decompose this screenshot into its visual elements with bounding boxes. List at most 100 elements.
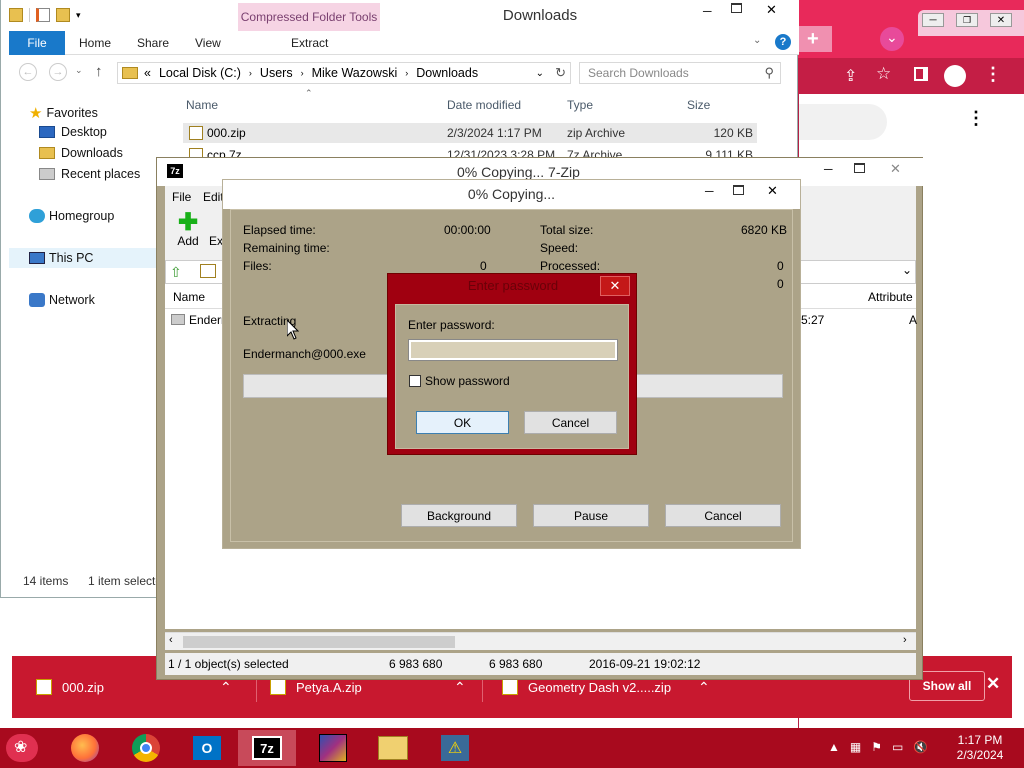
- maximize-icon[interactable]: [731, 3, 742, 13]
- nav-favorites[interactable]: ★ Favorites: [29, 104, 98, 122]
- minimize-icon[interactable]: ─: [824, 162, 833, 176]
- minimize-icon[interactable]: ─: [922, 13, 944, 27]
- taskbar-app[interactable]: ⚠: [426, 730, 484, 766]
- close-icon[interactable]: ✕: [600, 276, 630, 296]
- new-folder-icon[interactable]: [56, 8, 70, 22]
- taskbar-firefox[interactable]: [56, 730, 114, 766]
- volume-muted-icon[interactable]: 🔇: [913, 740, 928, 754]
- taskbar-chrome[interactable]: [117, 730, 175, 766]
- minimize-icon[interactable]: ─: [703, 4, 712, 18]
- folder-icon[interactable]: [9, 8, 23, 22]
- chevron-down-icon[interactable]: ⌄: [753, 35, 761, 46]
- table-row[interactable]: ccp.7z 12/31/2023 3:28 PM 7z Archive 9,1…: [183, 145, 757, 157]
- nav-downloads[interactable]: Downloads: [39, 146, 123, 160]
- nav-this-pc[interactable]: This PC: [29, 251, 93, 265]
- archive-icon: [200, 264, 216, 278]
- profile-avatar-icon[interactable]: [944, 65, 966, 87]
- breadcrumb-user[interactable]: Mike Wazowski: [312, 66, 398, 80]
- cancel-button[interactable]: Cancel: [665, 504, 781, 527]
- star-icon[interactable]: ☆: [876, 64, 891, 84]
- battery-icon[interactable]: ▭: [892, 740, 903, 754]
- chevron-down-icon[interactable]: ⌄: [902, 263, 912, 277]
- chevron-up-icon[interactable]: ⌃: [454, 679, 466, 696]
- up-arrow-icon[interactable]: ↑: [95, 63, 103, 80]
- back-arrow-icon[interactable]: ←: [19, 63, 37, 81]
- address-bar[interactable]: « Local Disk (C:) › Users › Mike Wazowsk…: [117, 62, 571, 84]
- maximize-icon[interactable]: [733, 185, 744, 195]
- column-header-attribute[interactable]: Attribute: [868, 290, 913, 304]
- start-button[interactable]: ❀: [6, 734, 38, 762]
- scroll-left-icon[interactable]: ‹: [169, 634, 173, 646]
- forward-arrow-icon[interactable]: →: [49, 63, 67, 81]
- minimize-icon[interactable]: ─: [705, 184, 714, 198]
- tab-file[interactable]: File: [9, 31, 65, 55]
- scroll-thumb[interactable]: [183, 636, 455, 648]
- properties-icon[interactable]: [36, 8, 50, 22]
- nav-network[interactable]: Network: [29, 293, 95, 307]
- menu-file[interactable]: File: [172, 190, 191, 204]
- close-icon[interactable]: ✕: [986, 674, 1000, 694]
- background-button[interactable]: Background: [401, 504, 517, 527]
- more-options-icon[interactable]: ⋮: [967, 108, 985, 129]
- breadcrumb-downloads[interactable]: Downloads: [416, 66, 478, 80]
- up-folder-icon[interactable]: ⇧: [170, 264, 182, 281]
- add-button[interactable]: ✚ Add: [173, 211, 203, 249]
- flag-icon[interactable]: ⚑: [871, 740, 882, 754]
- column-header-size[interactable]: Size: [687, 98, 710, 112]
- close-icon[interactable]: ✕: [890, 161, 901, 177]
- taskbar-7zip[interactable]: 7z: [238, 730, 296, 766]
- taskbar-winrar[interactable]: [304, 730, 362, 766]
- column-header-name[interactable]: Name: [186, 98, 218, 112]
- refresh-icon[interactable]: ↻: [555, 65, 566, 81]
- restore-icon[interactable]: ❐: [956, 13, 978, 27]
- file-date: 12/31/2023 3:28 PM: [447, 148, 556, 157]
- download-item-1[interactable]: 000.zip ⌃: [36, 656, 232, 718]
- tab-extract[interactable]: Extract: [291, 31, 328, 55]
- clock[interactable]: 1:17 PM 2/3/2024: [950, 733, 1010, 763]
- column-header-type[interactable]: Type: [567, 98, 593, 112]
- maximize-icon[interactable]: [854, 163, 865, 173]
- chrome-menu-icon[interactable]: ⋮: [984, 64, 1002, 85]
- password-input[interactable]: [408, 339, 618, 361]
- tab-share[interactable]: Share: [137, 31, 169, 55]
- column-header-name[interactable]: Name: [173, 290, 205, 304]
- column-header-date[interactable]: Date modified: [447, 98, 521, 112]
- chevron-down-icon[interactable]: ⌄: [536, 68, 544, 79]
- network-tray-icon[interactable]: ▦: [850, 740, 861, 754]
- chevron-down-icon[interactable]: ▾: [76, 10, 81, 21]
- ok-button[interactable]: OK: [416, 411, 509, 434]
- tab-view[interactable]: View: [195, 31, 221, 55]
- chevron-up-icon[interactable]: ⌃: [698, 679, 710, 696]
- nav-recent-places[interactable]: Recent places: [39, 167, 140, 181]
- breadcrumb-local-disk[interactable]: Local Disk (C:): [159, 66, 241, 80]
- taskbar-outlook[interactable]: O: [178, 730, 236, 766]
- tab-search-button[interactable]: ⌄: [880, 27, 904, 51]
- taskbar-file-explorer[interactable]: [364, 730, 422, 766]
- chrome-icon: [132, 734, 160, 762]
- tab-home[interactable]: Home: [79, 31, 111, 55]
- menu-edit[interactable]: Edit: [203, 190, 224, 204]
- breadcrumb-users[interactable]: Users: [260, 66, 293, 80]
- chevron-up-icon[interactable]: ⌃: [220, 679, 232, 696]
- help-icon[interactable]: ?: [775, 34, 791, 50]
- nav-homegroup[interactable]: Homegroup: [29, 209, 114, 223]
- close-icon[interactable]: ✕: [766, 2, 777, 18]
- table-row[interactable]: 000.zip 2/3/2024 1:17 PM zip Archive 120…: [183, 123, 757, 143]
- close-icon[interactable]: ✕: [767, 183, 778, 199]
- show-password-checkbox[interactable]: [409, 375, 421, 387]
- status-size: 6 983 680: [389, 657, 443, 671]
- scroll-right-icon[interactable]: ›: [903, 634, 907, 646]
- close-icon[interactable]: ✕: [990, 13, 1012, 27]
- horizontal-scrollbar[interactable]: ‹ ›: [165, 632, 916, 650]
- cancel-button[interactable]: Cancel: [524, 411, 617, 434]
- new-tab-button[interactable]: +: [798, 26, 832, 52]
- nav-desktop[interactable]: Desktop: [39, 125, 107, 139]
- sidebar-icon[interactable]: [914, 67, 928, 81]
- ribbon-tabs: File Home Share View Extract ⌄ ?: [9, 31, 799, 55]
- share-icon[interactable]: ⇪: [844, 66, 857, 86]
- show-password-label: Show password: [425, 374, 510, 388]
- chevron-down-icon[interactable]: ⌄: [75, 65, 83, 76]
- show-hidden-icons-icon[interactable]: ▲: [828, 740, 840, 754]
- search-input[interactable]: Search Downloads ⚲: [579, 62, 781, 84]
- pause-button[interactable]: Pause: [533, 504, 649, 527]
